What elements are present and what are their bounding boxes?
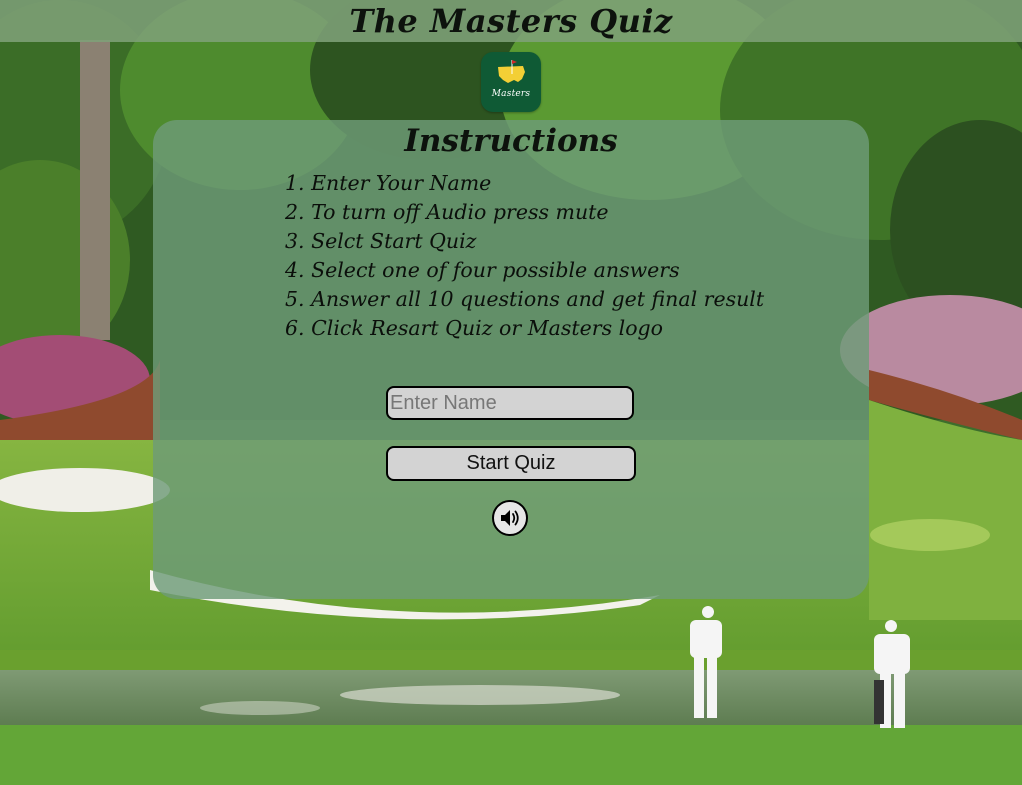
name-input[interactable]	[386, 386, 634, 420]
instruction-step: 3. Selct Start Quiz	[285, 229, 477, 253]
page-title: The Masters Quiz	[349, 2, 673, 40]
audio-mute-button[interactable]	[492, 500, 528, 536]
instruction-step: 4. Select one of four possible answers	[285, 258, 680, 282]
masters-logo-button[interactable]: Masters	[481, 52, 541, 112]
instruction-step: 5. Answer all 10 questions and get final…	[285, 287, 765, 311]
instruction-step: 2. To turn off Audio press mute	[285, 200, 609, 224]
instructions-title: Instructions	[404, 123, 618, 159]
instructions-list: 1. Enter Your Name 2. To turn off Audio …	[285, 169, 764, 343]
speaker-icon	[501, 510, 519, 526]
instruction-step: 1. Enter Your Name	[285, 171, 492, 195]
start-quiz-button[interactable]: Start Quiz	[386, 446, 636, 481]
instruction-step: 6. Click Resart Quiz or Masters logo	[285, 316, 663, 340]
header-bar: The Masters Quiz	[0, 0, 1022, 42]
instructions-panel: Instructions 1. Enter Your Name 2. To tu…	[153, 120, 869, 599]
masters-logo-icon	[498, 60, 525, 83]
logo-text: Masters	[491, 89, 531, 99]
